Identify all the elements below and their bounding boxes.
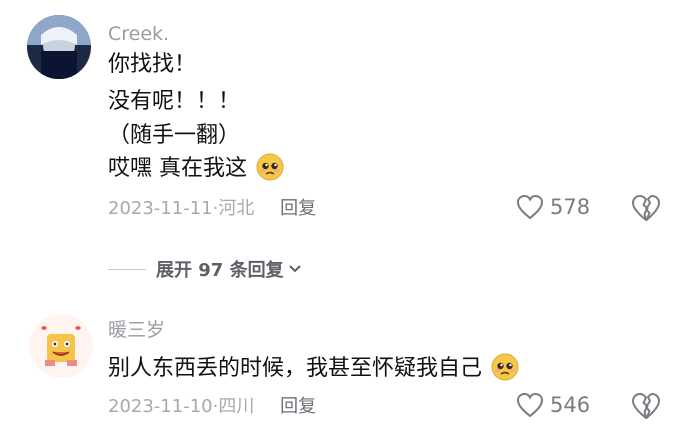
comment-text-line: 你找找！ <box>108 52 197 77</box>
like-count: 546 <box>550 393 591 417</box>
comment-text-line: 没有呢！！！ <box>108 89 241 114</box>
chevron-down-icon <box>288 265 301 273</box>
expand-replies-label: 展开 97 条回复 <box>156 260 284 281</box>
like-count: 578 <box>550 195 591 219</box>
comment-meta: 2023-11-10·四川 回复 <box>108 395 316 419</box>
heart-icon <box>516 194 544 220</box>
divider <box>108 268 146 270</box>
reply-button[interactable]: 回复 <box>280 396 316 417</box>
reply-button[interactable]: 回复 <box>280 198 316 219</box>
avatar[interactable] <box>27 15 91 79</box>
username[interactable]: Creek. <box>108 22 169 46</box>
pleading-face-icon <box>491 353 519 390</box>
username[interactable]: 暖三岁 <box>108 318 165 342</box>
comment-meta: 2023-11-11·河北 回复 <box>108 197 316 221</box>
broken-heart-icon <box>632 195 660 221</box>
like-button[interactable]: 578 <box>516 194 590 220</box>
comment-text-line: （随手一翻） <box>108 123 241 148</box>
dislike-button[interactable] <box>631 392 661 424</box>
heart-icon <box>516 392 544 418</box>
comment-text-line-with-emoji: 别人东西丢的时候，我甚至怀疑我自己 <box>108 353 519 390</box>
pleading-face-icon <box>256 153 284 190</box>
avatar[interactable] <box>29 314 93 378</box>
comment-date: 2023-11-10 <box>108 396 213 417</box>
comment-location: 河北 <box>218 198 255 219</box>
broken-heart-icon <box>632 393 660 419</box>
dislike-button[interactable] <box>631 194 661 226</box>
comment-text: 别人东西丢的时候，我甚至怀疑我自己 <box>108 356 483 381</box>
comment-text-line-with-emoji: 哎嘿 真在我这 <box>108 153 284 190</box>
like-button[interactable]: 546 <box>516 392 590 418</box>
expand-replies-button[interactable]: 展开 97 条回复 <box>108 256 302 282</box>
comment-date: 2023-11-11 <box>108 198 213 219</box>
comment-location: 四川 <box>218 396 255 417</box>
comment-text: 哎嘿 真在我这 <box>108 156 247 181</box>
